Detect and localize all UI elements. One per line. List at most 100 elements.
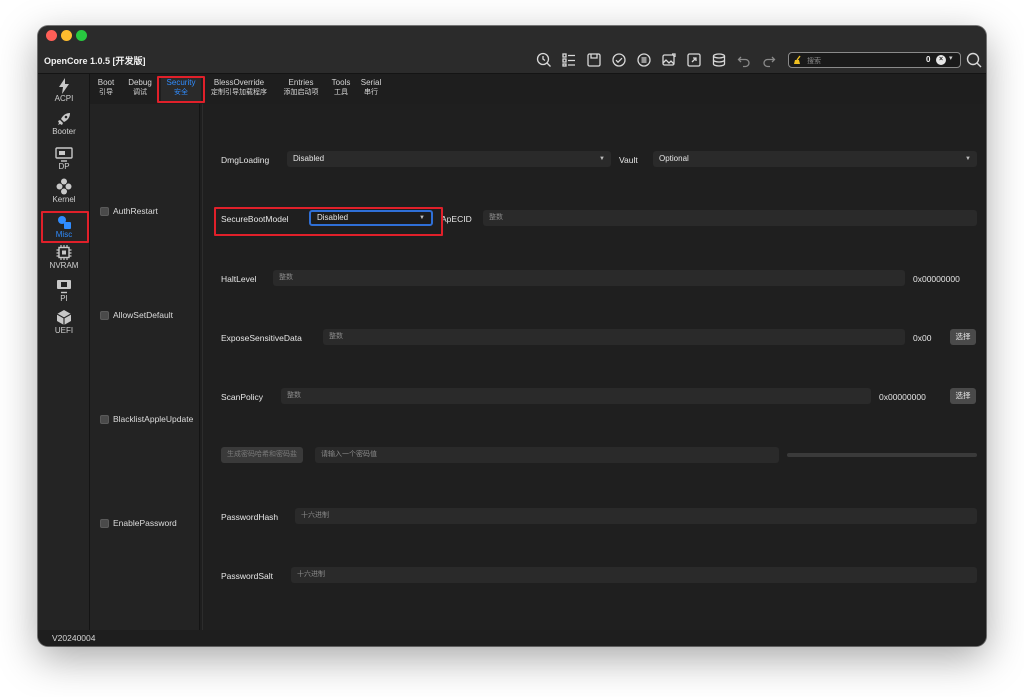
checkbox-box[interactable]: [100, 310, 109, 320]
sidebar-item-dp[interactable]: DP: [38, 146, 90, 171]
vault-value: Optional: [659, 154, 689, 163]
redo-icon[interactable]: [760, 51, 778, 69]
sidebar-item-label: PI: [60, 294, 68, 303]
tab-label-en: Debug: [128, 78, 152, 87]
vault-label: Vault: [619, 155, 638, 165]
blacklist-apple-update-checkbox[interactable]: BlacklistAppleUpdate: [100, 414, 193, 424]
dmg-loading-label: DmgLoading: [221, 155, 270, 165]
tab-label-en: Entries: [288, 78, 314, 87]
expose-sensitive-data-choose-button[interactable]: 选择: [950, 329, 976, 345]
vault-select[interactable]: Optional ▼: [653, 151, 977, 167]
checkbox-label: BlacklistAppleUpdate: [113, 414, 194, 424]
section-tabs: Boot 引导 Debug 调试 Security 安全 BlessOverri…: [90, 74, 986, 104]
expose-sensitive-data-label: ExposeSensitiveData: [221, 333, 302, 343]
sidebar: ACPI Booter DP Kernel Misc NVRAM PI UEFI: [38, 74, 90, 634]
tab-label-en: Boot: [97, 78, 115, 87]
checkbox-box[interactable]: [100, 414, 109, 424]
checkbox-box[interactable]: [100, 518, 109, 528]
expose-sensitive-data-input[interactable]: 整数: [323, 329, 905, 345]
app-title: OpenCore 1.0.5 [开发版]: [44, 56, 146, 66]
tab-debug[interactable]: Debug 调试: [125, 78, 155, 98]
search-icon[interactable]: [966, 51, 982, 69]
sidebar-item-label: NVRAM: [49, 261, 79, 270]
kernel-icon: [56, 178, 72, 195]
enable-password-checkbox[interactable]: EnablePassword: [100, 518, 177, 528]
list-icon[interactable]: [560, 51, 578, 69]
scan-policy-hex: 0x00000000: [879, 392, 926, 402]
sidebar-item-label: Booter: [52, 127, 76, 136]
search-field[interactable]: 搜索 0 × ▾: [788, 52, 961, 68]
sidebar-item-label: Kernel: [52, 195, 76, 204]
checkbox-box[interactable]: [100, 206, 109, 216]
chip-icon: [56, 245, 72, 260]
halt-level-input[interactable]: 整数: [273, 270, 905, 286]
checkbox-label: EnablePassword: [113, 518, 177, 528]
secure-boot-model-highlight-box: [214, 207, 443, 236]
halt-level-label: HaltLevel: [221, 274, 257, 284]
ap-ecid-label: ApECID: [441, 214, 472, 224]
sidebar-item-label: UEFI: [54, 326, 74, 335]
image-export-icon[interactable]: [660, 51, 678, 69]
security-settings-panel: DmgLoading Disabled ▼ Vault Optional ▼ S…: [202, 104, 984, 630]
tab-label-cn: 添加启动项: [283, 89, 319, 96]
chevron-down-icon: ▼: [599, 156, 605, 162]
sidebar-item-nvram[interactable]: NVRAM: [38, 244, 90, 270]
tab-serial[interactable]: Serial 串行: [358, 78, 384, 98]
sidebar-item-pi[interactable]: PI: [38, 279, 90, 303]
sidebar-item-kernel[interactable]: Kernel: [38, 178, 90, 204]
search-dropdown-icon[interactable]: ▾: [949, 54, 953, 62]
scan-policy-input[interactable]: 整数: [281, 388, 871, 404]
clear-search-icon[interactable]: ×: [936, 55, 946, 65]
tab-entries[interactable]: Entries 添加启动项: [280, 78, 322, 98]
auth-restart-checkbox[interactable]: AuthRestart: [100, 206, 158, 216]
minimize-window-button[interactable]: [61, 30, 72, 41]
broom-icon[interactable]: [793, 55, 803, 65]
dmg-loading-value: Disabled: [293, 154, 325, 163]
generate-password-hash-button[interactable]: 生成密码哈希和密码盐: [221, 447, 303, 463]
scan-policy-label: ScanPolicy: [221, 392, 264, 402]
tab-label-en: BlessOverride: [213, 78, 265, 87]
status-bar: V20240004: [38, 630, 986, 646]
sidebar-item-label: DP: [58, 162, 70, 171]
export-icon[interactable]: [685, 51, 703, 69]
close-window-button[interactable]: [46, 30, 57, 41]
save-icon[interactable]: [585, 51, 603, 69]
lightning-icon: [59, 78, 69, 94]
password-salt-label: PasswordSalt: [221, 571, 273, 581]
password-hash-label: PasswordHash: [221, 512, 279, 522]
list-circle-icon[interactable]: [635, 51, 653, 69]
tab-boot[interactable]: Boot 引导: [96, 78, 116, 98]
dmg-loading-select[interactable]: Disabled ▼: [287, 151, 611, 167]
password-hash-input[interactable]: 十六进制: [295, 508, 977, 524]
tab-label-en: Tools: [331, 78, 351, 87]
sidebar-item-uefi[interactable]: UEFI: [38, 309, 90, 335]
expose-sensitive-data-hex: 0x00: [913, 333, 932, 343]
chevron-down-icon: ▼: [965, 156, 971, 162]
scan-policy-choose-button[interactable]: 选择: [950, 388, 976, 404]
allow-set-default-checkbox[interactable]: AllowSetDefault: [100, 310, 173, 320]
password-salt-input[interactable]: 十六进制: [291, 567, 977, 583]
clock-search-icon[interactable]: [535, 51, 553, 69]
zoom-window-button[interactable]: [76, 30, 87, 41]
tab-blessoverride[interactable]: BlessOverride 定制引导加载程序: [208, 78, 270, 98]
cube-icon: [56, 310, 72, 325]
password-value-input[interactable]: 请输入一个密码值: [315, 447, 779, 463]
password-progress-bar: [787, 453, 977, 457]
tab-label-cn: 调试: [133, 89, 147, 96]
search-placeholder: 搜索: [807, 58, 821, 65]
tab-label-cn: 定制引导加载程序: [211, 89, 267, 96]
toolbar: OpenCore 1.0.5 [开发版] 搜索 0 × ▾: [38, 46, 986, 74]
display-icon: [55, 147, 73, 162]
app-window: OpenCore 1.0.5 [开发版] 搜索 0 × ▾ ACPI Boote…: [38, 26, 986, 646]
sidebar-item-booter[interactable]: Booter: [38, 111, 90, 136]
sidebar-item-acpi[interactable]: ACPI: [38, 78, 90, 103]
tab-tools[interactable]: Tools 工具: [330, 78, 352, 98]
checkbox-label: AllowSetDefault: [113, 310, 174, 320]
checkbox-column: AuthRestart AllowSetDefault BlacklistApp…: [90, 104, 200, 630]
sidebar-item-label: ACPI: [54, 94, 74, 103]
title-bar: [38, 26, 986, 46]
ap-ecid-input[interactable]: 整数: [483, 210, 977, 226]
check-circle-icon[interactable]: [610, 51, 628, 69]
undo-icon[interactable]: [735, 51, 753, 69]
database-icon[interactable]: [710, 51, 728, 69]
